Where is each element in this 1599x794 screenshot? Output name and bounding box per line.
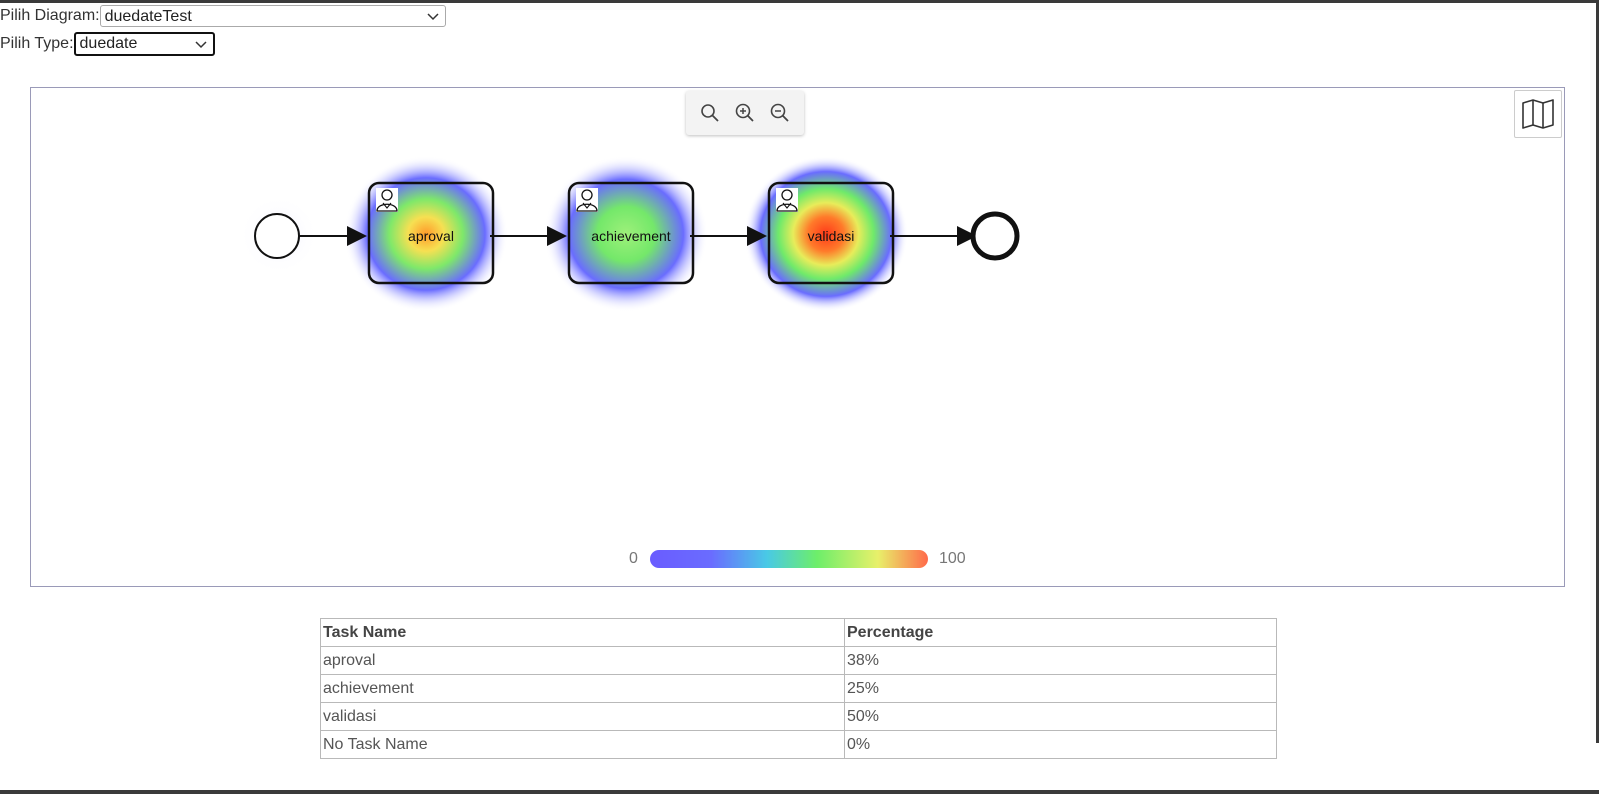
search-icon[interactable] — [697, 100, 723, 126]
table-row: No Task Name 0% — [320, 730, 1277, 759]
bpmn-diagram: aproval achievement validasi — [239, 156, 1020, 312]
user-icon — [376, 188, 398, 212]
start-event[interactable] — [254, 213, 300, 259]
percentage-cell: 38% — [844, 646, 1277, 675]
chevron-down-icon — [427, 13, 439, 21]
diagram-select-value: duedateTest — [104, 8, 192, 25]
zoom-in-icon[interactable] — [732, 100, 758, 126]
task-label: aproval — [408, 228, 454, 244]
type-select[interactable]: duedate — [73, 32, 215, 56]
map-icon — [1522, 99, 1554, 129]
user-icon — [576, 188, 598, 212]
table-row: validasi 50% — [320, 702, 1277, 731]
user-icon — [776, 188, 798, 212]
task-percentage-table: Task Name Percentage aproval 38% achieve… — [320, 618, 1277, 759]
zoom-out-icon[interactable] — [767, 100, 793, 126]
task-label: validasi — [808, 228, 855, 244]
type-select-value: duedate — [79, 35, 138, 52]
diagram-select-label: Pilih Diagram: — [0, 7, 100, 24]
window-top-border — [0, 0, 1599, 3]
legend-max-label: 100 — [939, 550, 966, 567]
heatmap-legend: 0 100 — [31, 548, 1564, 572]
legend-gradient-bar — [650, 550, 928, 568]
type-select-label: Pilih Type: — [0, 35, 74, 52]
legend-min-label: 0 — [629, 550, 638, 567]
column-header-percentage: Percentage — [844, 618, 1277, 647]
window-bottom-border — [0, 790, 1599, 794]
table-row: achievement 25% — [320, 674, 1277, 703]
end-event[interactable] — [970, 211, 1020, 261]
task-name-cell: validasi — [320, 702, 845, 731]
task-name-cell: No Task Name — [320, 730, 845, 759]
percentage-cell: 0% — [844, 730, 1277, 759]
task-name-cell: aproval — [320, 646, 845, 675]
task-label: achievement — [591, 228, 670, 244]
diagram-select-row: Pilih Diagram: duedateTest — [0, 5, 446, 27]
minimap-toggle-button[interactable] — [1514, 90, 1562, 138]
type-select-row: Pilih Type: duedate — [0, 32, 215, 56]
table-row: aproval 38% — [320, 646, 1277, 675]
chevron-down-icon — [195, 41, 207, 49]
percentage-cell: 50% — [844, 702, 1277, 731]
zoom-controls — [686, 91, 804, 135]
percentage-cell: 25% — [844, 674, 1277, 703]
table-header-row: Task Name Percentage — [320, 618, 1277, 647]
task-name-cell: achievement — [320, 674, 845, 703]
diagram-select[interactable]: duedateTest — [99, 5, 446, 27]
column-header-task-name: Task Name — [320, 618, 845, 647]
bpmn-canvas[interactable]: aproval achievement validasi 0 100 — [30, 87, 1565, 587]
